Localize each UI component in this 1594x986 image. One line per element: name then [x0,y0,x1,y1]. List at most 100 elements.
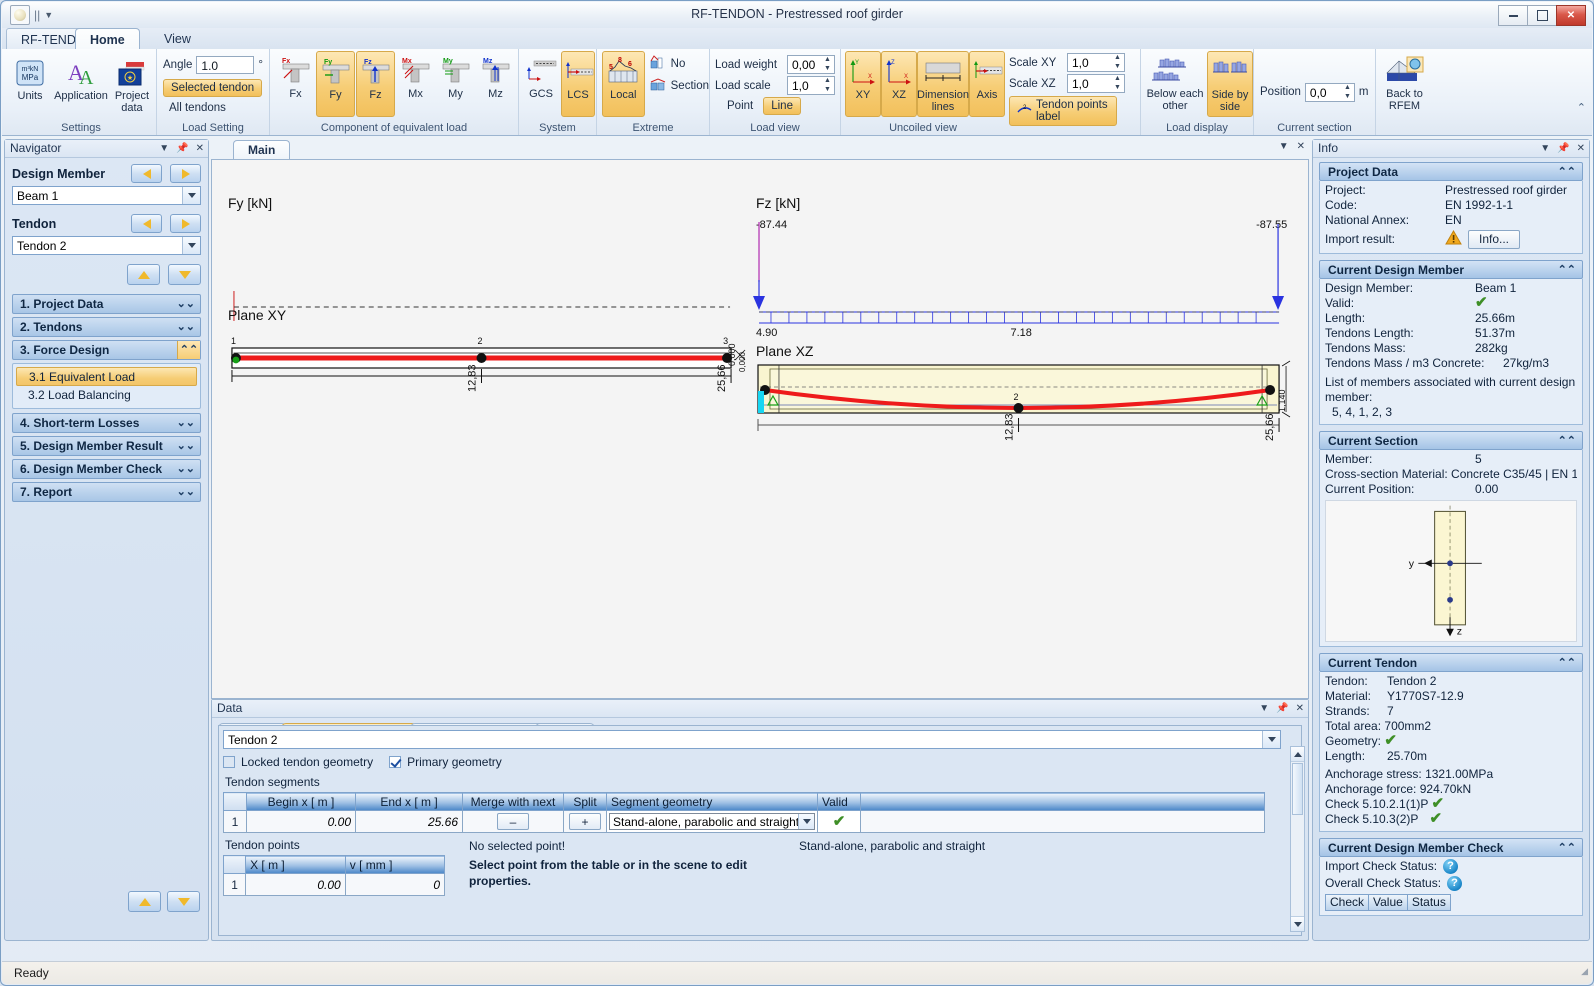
ribbon-collapse-icon[interactable]: ⌃ [1577,101,1586,114]
tendon-points-table[interactable]: X [ m ] v [ mm ] 1 0.00 0 [222,855,446,896]
segments-col-split[interactable]: Split [563,792,607,811]
sidebar-item-equivalent-load[interactable]: 3.1 Equivalent Load [16,367,197,386]
scroll-up-button[interactable] [1291,747,1304,762]
view-xz-button[interactable]: ZX XZ [881,51,917,117]
tab-main[interactable]: Main [233,140,291,160]
segments-col-geometry[interactable]: Segment geometry [606,792,818,811]
sidebar-item-report[interactable]: 7. Report ⌄⌄ [12,482,201,502]
chevron-up-icon[interactable]: ⌃⌃ [1558,163,1576,181]
design-member-chevron-down-icon[interactable] [182,187,200,204]
locked-geometry-checkbox[interactable] [223,756,235,768]
segments-cell-end-x[interactable]: 25.66 [355,810,463,833]
load-weight-up-icon[interactable]: ▲ [823,56,832,63]
load-scale-down-icon[interactable]: ▼ [823,86,832,93]
tendon-segments-table[interactable]: Begin x [ m ] End x [ m ] Merge with nex… [223,792,1265,833]
maximize-button[interactable] [1527,5,1557,26]
check-column-check[interactable]: Check [1325,894,1370,911]
load-weight-input[interactable]: 0,00 ▲ ▼ [787,55,835,74]
back-to-rfem-button[interactable]: Back to RFEM [1379,51,1431,117]
scroll-down-button[interactable] [1291,916,1304,931]
design-member-prev-button[interactable] [131,164,162,183]
angle-input[interactable]: 1.0 [196,56,255,74]
scale-xy-input[interactable]: 1,0 ▲ ▼ [1067,53,1125,72]
resize-grip-icon[interactable]: ◢ [1581,960,1588,982]
segments-col-end-x[interactable]: End x [ m ] [355,792,463,811]
help-icon[interactable]: ? [1443,859,1459,874]
chevron-up-icon[interactable]: ⌃⌃ [1558,839,1576,857]
fx-button[interactable]: Fx Fx [276,51,315,117]
info-header-current-section[interactable]: Current Section ⌃⌃ [1319,431,1583,450]
design-member-combo[interactable]: Beam 1 [12,186,201,205]
load-view-line-button[interactable]: Line [763,97,801,115]
info-header-current-design-member-check[interactable]: Current Design Member Check ⌃⌃ [1319,838,1583,857]
scale-xy-up-icon[interactable]: ▲ [1113,54,1122,61]
sidebar-item-design-member-check[interactable]: 6. Design Member Check ⌄⌄ [12,459,201,479]
data-tendon-chevron-down-icon[interactable] [1262,731,1280,748]
load-view-point-button[interactable]: Point [721,98,759,114]
scale-xy-down-icon[interactable]: ▼ [1113,63,1122,70]
sidebar-item-design-member-result[interactable]: 5. Design Member Result ⌄⌄ [12,436,201,456]
position-up-icon[interactable]: ▲ [1343,84,1352,91]
scale-xz-down-icon[interactable]: ▼ [1113,84,1122,91]
project-data-button[interactable]: ★ Project data [108,53,156,119]
import-result-info-button[interactable]: Info... [1468,230,1521,249]
points-cell-v[interactable]: 0 [344,873,446,896]
extreme-no-label[interactable]: No [671,58,686,70]
dimension-lines-button[interactable]: Dimension lines [917,51,969,117]
local-extreme-button[interactable]: 5 8 6 Local [602,51,645,117]
extreme-section-label[interactable]: Section [671,80,709,92]
navigator-scroll-down-button[interactable] [167,891,200,912]
chevron-up-icon[interactable]: ⌃⌃ [1558,654,1576,672]
gcs-button[interactable]: GCS [524,51,558,117]
segments-col-merge[interactable]: Merge with next [462,792,564,811]
info-header-current-tendon[interactable]: Current Tendon ⌃⌃ [1319,653,1583,672]
tab-home[interactable]: Home [75,28,140,50]
all-tendons-button[interactable]: All tendons [163,100,232,116]
info-close-icon[interactable]: ✕ [1577,140,1585,157]
info-pin-icon[interactable]: 📌 [1557,140,1569,157]
nav-up-button[interactable] [127,264,160,285]
position-input[interactable]: 0,0 ▲ ▼ [1304,82,1355,102]
data-close-icon[interactable]: ✕ [1296,700,1304,717]
check-column-value[interactable]: Value [1368,894,1408,911]
tendon-next-button[interactable] [170,214,201,233]
fz-button[interactable]: Fz Fz [356,51,395,117]
view-xy-button[interactable]: YX XY [845,51,881,117]
segments-cell-begin-x[interactable]: 0.00 [246,810,356,833]
lcs-button[interactable]: LCS [561,51,595,117]
segment-geometry-chevron-down-icon[interactable] [798,814,814,829]
my-button[interactable]: My My [436,51,475,117]
info-header-current-design-member[interactable]: Current Design Member ⌃⌃ [1319,260,1583,279]
chevron-up-icon[interactable]: ⌃⌃ [177,341,200,359]
chevron-up-icon[interactable]: ⌃⌃ [1558,432,1576,450]
chevron-up-icon[interactable]: ⌃⌃ [1558,261,1576,279]
help-icon[interactable]: ? [1447,876,1463,891]
selected-tendon-button[interactable]: Selected tendon [163,79,263,97]
split-button[interactable]: + [569,813,601,830]
load-scale-up-icon[interactable]: ▲ [823,77,832,84]
below-each-other-button[interactable]: Below each other [1145,51,1205,117]
points-col-x[interactable]: X [ m ] [245,855,346,874]
close-button[interactable]: ✕ [1556,5,1586,26]
points-cell-x[interactable]: 0.00 [245,873,346,896]
tendon-points-label-button[interactable]: 2 Tendon points label [1009,96,1117,126]
navigator-close-icon[interactable]: ✕ [196,140,204,157]
data-menu-icon[interactable]: ▼ [1259,700,1269,717]
navigator-scroll-up-button[interactable] [128,891,161,912]
main-close-icon[interactable]: ✕ [1297,141,1305,152]
mx-button[interactable]: Mx Mx [396,51,435,117]
position-down-icon[interactable]: ▼ [1343,93,1352,100]
units-button[interactable]: m³kN MPa Units [6,53,54,119]
mz-button[interactable]: Mz Mz [476,51,515,117]
sidebar-item-project-data[interactable]: 1. Project Data ⌄⌄ [12,294,201,314]
sidebar-item-force-design[interactable]: 3. Force Design ⌃⌃ [12,340,201,360]
primary-geometry-checkbox[interactable] [389,756,402,768]
load-weight-down-icon[interactable]: ▼ [823,65,832,72]
data-tendon-combo[interactable]: Tendon 2 [223,730,1281,749]
scale-xz-up-icon[interactable]: ▲ [1113,75,1122,82]
load-scale-input[interactable]: 1,0 ▲ ▼ [787,76,835,95]
sidebar-item-tendons[interactable]: 2. Tendons ⌄⌄ [12,317,201,337]
check-column-status[interactable]: Status [1406,894,1451,911]
axis-button[interactable]: Axis [969,51,1005,117]
info-menu-icon[interactable]: ▼ [1540,140,1550,157]
